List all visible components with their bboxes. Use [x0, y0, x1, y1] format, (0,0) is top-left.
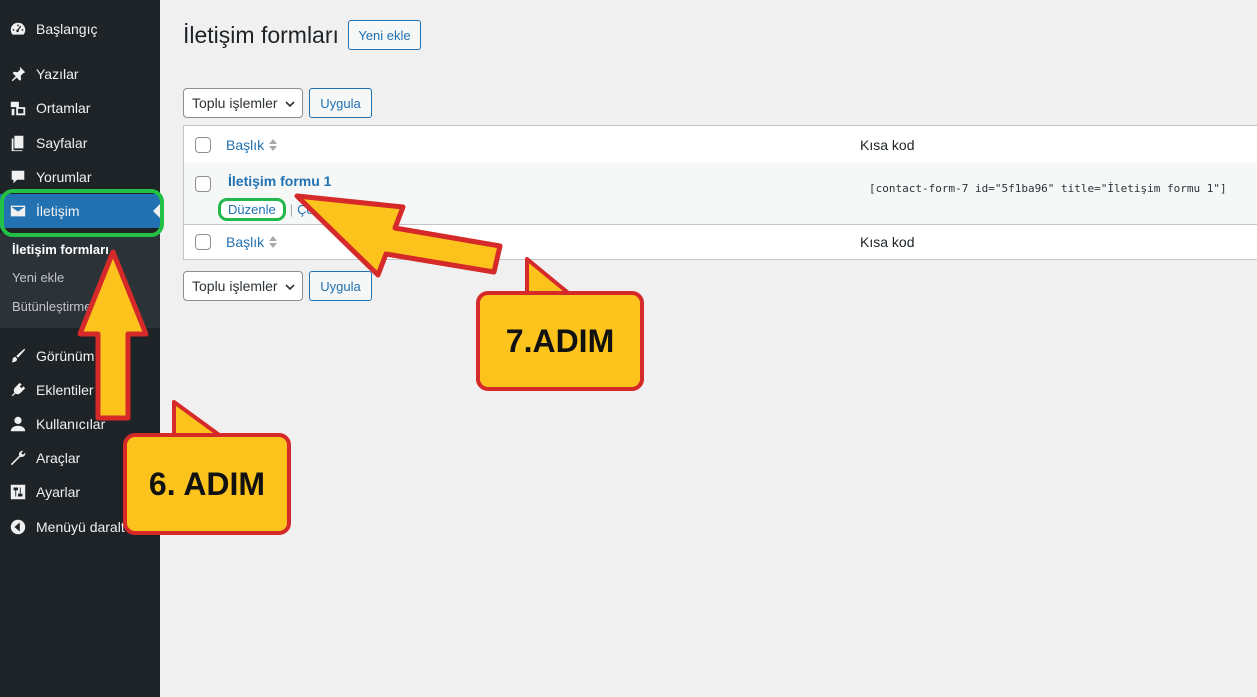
main-content: İletişim formları Yeni ekle Toplu işleml…	[160, 0, 1257, 697]
menu-item-dashboard[interactable]: Başlangıç	[0, 12, 160, 46]
page-title: İletişim formları	[183, 22, 339, 48]
duplicate-link[interactable]: Çoğalt	[297, 202, 335, 217]
collapse-icon	[8, 517, 28, 537]
bulk-actions-label: Toplu işlemler	[192, 95, 278, 111]
table-row: İletişim formu 1 Düzenle | Çoğalt [conta…	[184, 163, 1257, 225]
table-footer: Başlık Kısa kod	[184, 224, 1257, 260]
comment-icon	[8, 167, 28, 187]
plugin-icon	[8, 380, 28, 400]
table-header: Başlık Kısa kod	[184, 126, 1257, 164]
menu-item-label: İletişim	[36, 203, 80, 219]
row-actions: Düzenle | Çoğalt	[218, 198, 335, 221]
submenu-item-contact-forms[interactable]: İletişim formları	[12, 242, 109, 257]
chevron-down-icon	[285, 284, 295, 291]
sort-icon	[269, 236, 278, 248]
dashboard-icon	[8, 19, 28, 39]
menu-item-pages[interactable]: Sayfalar	[0, 126, 160, 160]
menu-item-appearance[interactable]: Görünüm	[0, 339, 160, 373]
menu-item-label: Sayfalar	[36, 135, 88, 151]
menu-item-contact[interactable]: İletişim	[0, 194, 160, 228]
add-new-button[interactable]: Yeni ekle	[348, 20, 421, 50]
menu-item-label: Kullanıcılar	[36, 416, 106, 432]
select-all-checkbox[interactable]	[195, 137, 211, 153]
contact-forms-table: Başlık Kısa kod İletişim formu 1 Düzenle…	[183, 125, 1257, 260]
column-title-sortable-bottom[interactable]: Başlık	[226, 234, 278, 250]
contact-submenu: İletişim formları Yeni ekle Bütünleştirm…	[0, 233, 160, 328]
menu-item-label: Ortamlar	[36, 100, 91, 116]
media-icon	[8, 98, 28, 118]
form-title-link[interactable]: İletişim formu 1	[228, 173, 331, 189]
bulk-actions-label: Toplu işlemler	[192, 278, 278, 294]
menu-item-plugins[interactable]: Eklentiler	[0, 373, 160, 407]
submenu-item-integration[interactable]: Bütünleştirme	[12, 299, 91, 314]
submenu-item-add-new[interactable]: Yeni ekle	[12, 270, 64, 285]
action-separator: |	[289, 202, 294, 217]
step-7-callout: 7.ADIM	[476, 291, 644, 391]
bulk-actions-select-top[interactable]: Toplu işlemler	[183, 88, 303, 118]
chevron-down-icon	[285, 101, 295, 108]
menu-item-posts[interactable]: Yazılar	[0, 57, 160, 91]
wrench-icon	[8, 448, 28, 468]
pin-icon	[8, 64, 28, 84]
apply-button-top[interactable]: Uygula	[309, 88, 372, 118]
shortcode-text[interactable]: [contact-form-7 id="5f1ba96" title="İlet…	[869, 182, 1227, 195]
select-all-checkbox-bottom[interactable]	[195, 234, 211, 250]
step-6-callout: 6. ADIM	[123, 433, 291, 535]
column-title-label: Başlık	[226, 137, 265, 153]
page-icon	[8, 133, 28, 153]
sort-icon	[269, 139, 278, 151]
menu-item-label: Başlangıç	[36, 21, 98, 37]
menu-item-label: Araçlar	[36, 450, 81, 466]
row-checkbox[interactable]	[195, 176, 211, 192]
menu-item-comments[interactable]: Yorumlar	[0, 160, 160, 194]
brush-icon	[8, 346, 28, 366]
column-shortcode-bottom: Kısa kod	[860, 234, 915, 250]
user-icon	[8, 414, 28, 434]
menu-item-label: Ayarlar	[36, 484, 81, 500]
settings-icon	[8, 482, 28, 502]
column-title-label: Başlık	[226, 234, 265, 250]
menu-item-label: Yazılar	[36, 66, 79, 82]
menu-item-label: Yorumlar	[36, 169, 92, 185]
bulk-actions-select-bottom[interactable]: Toplu işlemler	[183, 271, 303, 301]
mail-icon	[8, 201, 28, 221]
edit-link[interactable]: Düzenle	[218, 198, 286, 221]
column-title-sortable[interactable]: Başlık	[226, 137, 278, 153]
admin-sidebar: Başlangıç Yazılar Ortamlar Sayfalar Yoru…	[0, 0, 160, 697]
menu-item-media[interactable]: Ortamlar	[0, 91, 160, 125]
apply-button-bottom[interactable]: Uygula	[309, 271, 372, 301]
menu-item-label: Eklentiler	[36, 382, 94, 398]
column-shortcode: Kısa kod	[860, 137, 915, 153]
menu-item-label: Menüyü daralt	[36, 519, 125, 535]
menu-item-label: Görünüm	[36, 348, 95, 364]
